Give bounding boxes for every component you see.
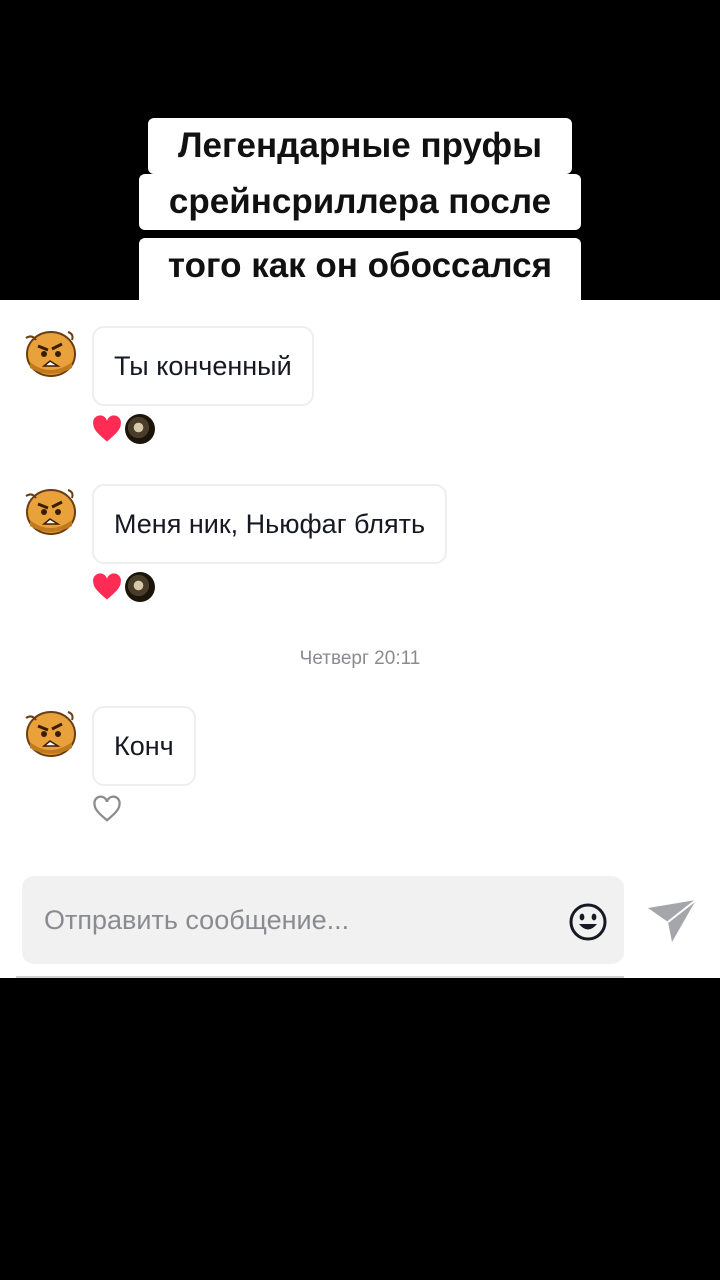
- message-bubble[interactable]: Конч: [92, 706, 196, 786]
- message-text: Меня ник, Ньюфаг блять: [114, 509, 426, 539]
- message-input-placeholder[interactable]: Отправить сообщение...: [44, 876, 349, 964]
- heart-outline-icon[interactable]: [92, 795, 122, 823]
- caption-line-3: того как он обоссался: [139, 238, 581, 300]
- caption-line-1: Легендарные пруфы: [148, 118, 572, 174]
- message-reactions[interactable]: [92, 572, 155, 602]
- message-timestamp: Четверг 20:11: [299, 648, 421, 669]
- caption-line-2: срейнсриллера после: [139, 174, 581, 230]
- reactor-avatar: [125, 414, 155, 444]
- heart-icon[interactable]: [92, 415, 122, 443]
- video-bottom-area: [0, 978, 720, 1280]
- message-reactions[interactable]: [92, 794, 122, 824]
- sender-avatar[interactable]: [22, 324, 78, 380]
- sender-avatar[interactable]: [22, 482, 78, 538]
- heart-icon[interactable]: [92, 573, 122, 601]
- message-text: Конч: [114, 731, 174, 761]
- message-reactions[interactable]: [92, 414, 155, 444]
- send-icon[interactable]: [646, 898, 698, 944]
- sender-avatar[interactable]: [22, 704, 78, 760]
- message-bubble[interactable]: Ты конченный: [92, 326, 314, 406]
- reactor-avatar: [125, 572, 155, 602]
- message-bubble[interactable]: Меня ник, Ньюфаг блять: [92, 484, 448, 564]
- message-text: Ты конченный: [114, 351, 292, 381]
- message-input[interactable]: Отправить сообщение...: [22, 876, 624, 964]
- emoji-icon[interactable]: [568, 902, 608, 942]
